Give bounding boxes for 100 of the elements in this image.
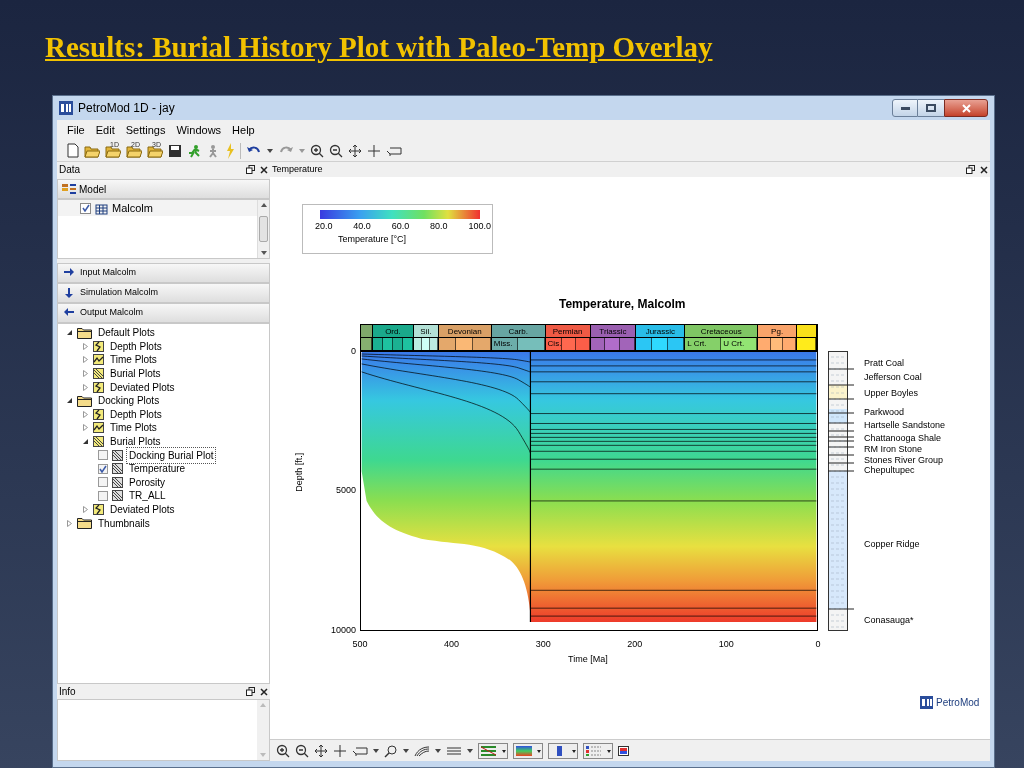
check-icon (81, 204, 90, 212)
menu-item[interactable]: Windows (176, 121, 222, 139)
scrollbar[interactable] (257, 200, 269, 258)
tree-item[interactable]: Porosity (127, 474, 168, 490)
open-folder-icon[interactable] (105, 143, 121, 158)
expand-triangle-icon[interactable] (82, 356, 89, 364)
return-icon[interactable] (352, 744, 368, 757)
checkbox[interactable] (98, 463, 108, 474)
scroll-down-icon[interactable] (260, 251, 267, 255)
column-swatch-icon[interactable] (548, 742, 578, 759)
burial-plot-icon (112, 490, 123, 502)
tree-item[interactable]: Docking Plots (96, 393, 162, 409)
tree-item[interactable]: Time Plots (108, 420, 159, 436)
restore-icon[interactable] (966, 165, 975, 174)
caret-icon[interactable] (467, 748, 473, 753)
section-button[interactable]: Simulation Malcolm (57, 283, 270, 303)
depth-plot-icon (93, 340, 104, 352)
caret-icon[interactable] (373, 748, 379, 753)
tree-item[interactable]: Default Plots (96, 325, 157, 341)
caret-icon[interactable] (435, 748, 441, 753)
expand-triangle-icon[interactable] (82, 342, 89, 350)
depth-plot-icon (93, 408, 104, 420)
zoom-out-icon[interactable] (295, 743, 309, 758)
lines-icon[interactable] (446, 745, 462, 756)
tree-item[interactable]: Deviated Plots (108, 379, 177, 395)
model-header[interactable]: Model (57, 179, 270, 199)
close-icon[interactable] (260, 165, 268, 174)
close-icon[interactable] (260, 687, 268, 696)
open-folder-icon[interactable] (84, 143, 100, 158)
menu-item[interactable]: Edit (95, 121, 115, 139)
menu-item[interactable]: File (67, 121, 85, 139)
legend-swatch-icon[interactable] (583, 742, 613, 759)
pan-icon[interactable] (348, 143, 362, 158)
save-icon[interactable] (168, 143, 182, 158)
formation-label: Chepultupec (864, 464, 915, 477)
tree-item[interactable]: Thumbnails (96, 515, 152, 531)
expand-triangle-icon[interactable] (82, 370, 89, 378)
menu-item[interactable]: Help (232, 121, 255, 139)
section-button[interactable]: Output Malcolm (57, 303, 270, 323)
zoom-in-icon[interactable] (310, 143, 324, 158)
panel-title: Info (59, 685, 76, 699)
tree-item[interactable]: Deviated Plots (108, 502, 177, 517)
formation-label: Conasauga* (864, 614, 914, 627)
running-figure-icon[interactable] (187, 143, 201, 158)
app-logo-icon (920, 696, 933, 709)
close-button[interactable] (944, 99, 988, 117)
color-swatch-icon[interactable] (513, 742, 543, 759)
restore-icon[interactable] (246, 687, 255, 696)
tree-item[interactable]: Depth Plots (108, 406, 164, 422)
time-plot-icon (93, 422, 104, 434)
expand-triangle-icon[interactable] (82, 383, 89, 391)
magnifier-icon[interactable] (384, 743, 398, 758)
checkbox[interactable] (98, 450, 108, 461)
caret-icon[interactable] (403, 748, 409, 753)
return-icon[interactable] (386, 144, 402, 157)
zoom-in-icon[interactable] (276, 743, 290, 758)
menu-item[interactable]: Settings (125, 121, 166, 139)
x-tick-label: 0 (814, 638, 822, 651)
checkbox[interactable] (98, 490, 108, 501)
caret-icon[interactable] (267, 148, 273, 153)
legend-tick-label: 80.0 (430, 220, 448, 233)
collapse-triangle-icon[interactable] (82, 438, 89, 446)
scroll-thumb[interactable] (259, 216, 268, 242)
minimize-button[interactable] (892, 99, 918, 117)
zoom-out-icon[interactable] (329, 143, 343, 158)
restore-icon[interactable] (246, 165, 255, 174)
tree-item[interactable]: Temperature (127, 461, 188, 477)
layers-curve-icon[interactable] (414, 744, 430, 757)
colorbar-icon[interactable] (618, 745, 632, 756)
model-row[interactable]: Malcolm (58, 200, 257, 216)
tree-item[interactable]: TR_ALL (127, 488, 168, 504)
maximize-button[interactable] (918, 99, 944, 117)
tree-item[interactable]: Burial Plots (108, 366, 163, 382)
section-button[interactable]: Input Malcolm (57, 263, 270, 283)
collapse-triangle-icon[interactable] (66, 397, 73, 405)
grid-table-icon (95, 201, 108, 215)
scroll-up-icon[interactable] (260, 203, 267, 207)
tree-item[interactable]: Depth Plots (108, 338, 164, 354)
new-document-icon[interactable] (67, 143, 79, 158)
expand-triangle-icon[interactable] (82, 424, 89, 432)
checkbox[interactable] (98, 477, 108, 488)
open-folder-icon[interactable] (147, 143, 163, 158)
expand-triangle-icon[interactable] (66, 519, 73, 527)
x-axis-label: Time [Ma] (568, 653, 608, 666)
expand-triangle-icon[interactable] (82, 506, 89, 513)
close-icon[interactable] (980, 165, 988, 174)
tree-item[interactable]: Time Plots (108, 352, 159, 368)
tree-item[interactable]: Burial Plots (108, 434, 163, 450)
crosshair-icon[interactable] (367, 143, 381, 158)
left-arrow-icon (64, 308, 74, 318)
pattern-swatch-icon[interactable] (478, 742, 508, 759)
burial-plot-icon (112, 476, 123, 488)
tree-item[interactable]: Docking Burial Plot (127, 447, 216, 463)
pan-icon[interactable] (314, 743, 328, 758)
formation-label: RM Iron Stone (864, 443, 923, 456)
open-folder-icon[interactable] (126, 143, 142, 158)
collapse-triangle-icon[interactable] (66, 329, 73, 337)
expand-triangle-icon[interactable] (82, 410, 89, 418)
crosshair-icon[interactable] (333, 743, 347, 758)
checkbox[interactable] (80, 202, 91, 214)
